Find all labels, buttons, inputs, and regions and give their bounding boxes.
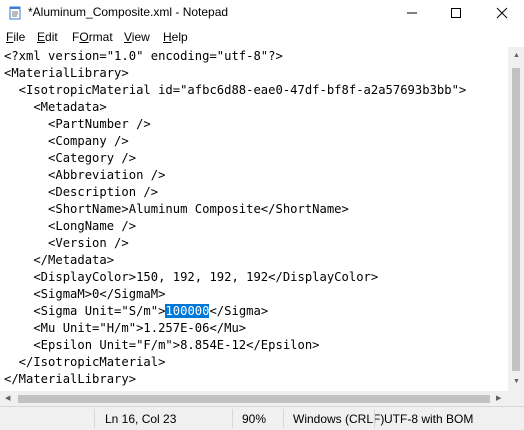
editor-line: <PartNumber /> <box>4 117 151 131</box>
close-icon <box>496 7 508 19</box>
cursor-position: Ln 16, Col 23 <box>105 412 177 426</box>
maximize-icon <box>451 8 461 18</box>
editor-line: <Epsilon Unit="F/m">8.854E-12</Epsilon> <box>4 338 320 352</box>
editor-line: </Metadata> <box>4 253 115 267</box>
selection-before: <Sigma Unit="S/m"> <box>4 304 166 318</box>
menu-edit-key: E <box>37 30 46 44</box>
menu-edit[interactable]: Edit <box>37 30 58 44</box>
editor-line: <MaterialLibrary> <box>4 66 129 80</box>
menu-format[interactable]: FOrmat <box>72 30 113 44</box>
menu-edit-rest: dit <box>45 30 58 44</box>
scroll-down-icon[interactable]: ▼ <box>513 378 520 386</box>
editor-line: </MaterialLibrary> <box>4 372 137 386</box>
scroll-right-icon[interactable]: ▶ <box>496 395 501 403</box>
editor-line: </IsotropicMaterial> <box>4 355 166 369</box>
window-title: *Aluminum_Composite.xml - Notepad <box>28 5 229 19</box>
horizontal-scroll-thumb[interactable] <box>18 395 490 403</box>
vertical-scroll-thumb[interactable] <box>512 68 520 371</box>
menu-file-rest: ile <box>13 30 26 44</box>
minimize-button[interactable] <box>391 0 433 26</box>
scroll-left-icon[interactable]: ◀ <box>5 395 10 403</box>
editor-line: <Metadata> <box>4 100 107 114</box>
editor-line: <SigmaM>0</SigmaM> <box>4 287 166 301</box>
menu-view[interactable]: View <box>124 30 150 44</box>
menu-file[interactable]: File <box>6 30 25 44</box>
status-divider <box>374 409 375 428</box>
editor-line: <Description /> <box>4 185 159 199</box>
editor-line: <Company /> <box>4 134 129 148</box>
menu-help-key: H <box>163 30 172 44</box>
editor-line: <?xml version="1.0" encoding="utf-8"?> <box>4 49 283 63</box>
editor-line: <Mu Unit="H/m">1.257E-06</Mu> <box>4 321 247 335</box>
editor-line: <Version /> <box>4 236 129 250</box>
scroll-up-icon[interactable]: ▲ <box>513 52 520 60</box>
selection-after: </Sigma> <box>209 304 269 318</box>
menu-format-rest: rmat <box>88 30 113 44</box>
editor-line: <Abbreviation /> <box>4 168 166 182</box>
editor-line: <IsotropicMaterial id="afbc6d88-eae0-47d… <box>4 83 467 97</box>
line-ending: Windows (CRLF) <box>293 412 385 426</box>
title-bar[interactable]: *Aluminum_Composite.xml - Notepad <box>0 0 524 26</box>
editor-line: <Category /> <box>4 151 137 165</box>
minimize-icon <box>407 12 417 14</box>
menu-help[interactable]: Help <box>163 30 188 44</box>
status-bar: Ln 16, Col 23 90% Windows (CRLF) UTF-8 w… <box>0 406 524 430</box>
editor-line: <ShortName>Aluminum Composite</ShortName… <box>4 202 349 216</box>
close-button[interactable] <box>481 0 523 26</box>
editor-line: <DisplayColor>150, 192, 192, 192</Displa… <box>4 270 379 284</box>
encoding: UTF-8 with BOM <box>384 412 474 426</box>
editor-line: <LongName /> <box>4 219 137 233</box>
editor-line-selected: <Sigma Unit="S/m">100000</Sigma> <box>4 303 268 320</box>
horizontal-scrollbar[interactable]: ◀ ▶ <box>0 391 508 406</box>
menu-help-rest: elp <box>171 30 188 44</box>
status-divider <box>94 409 95 428</box>
selected-text: 100000 <box>165 304 210 318</box>
scrollbar-corner <box>508 391 524 406</box>
menu-format-key: O <box>79 30 89 44</box>
menu-bar: File Edit FOrmat View Help <box>0 27 524 47</box>
text-editor[interactable]: <?xml version="1.0" encoding="utf-8"?> <… <box>0 47 508 391</box>
menu-view-rest: iew <box>131 30 150 44</box>
status-divider <box>232 409 233 428</box>
maximize-button[interactable] <box>435 0 477 26</box>
notepad-icon <box>9 6 21 20</box>
menu-view-key: V <box>124 30 132 44</box>
zoom-level: 90% <box>242 412 267 426</box>
status-divider <box>283 409 284 428</box>
vertical-scrollbar[interactable]: ▲ ▼ <box>508 47 524 391</box>
